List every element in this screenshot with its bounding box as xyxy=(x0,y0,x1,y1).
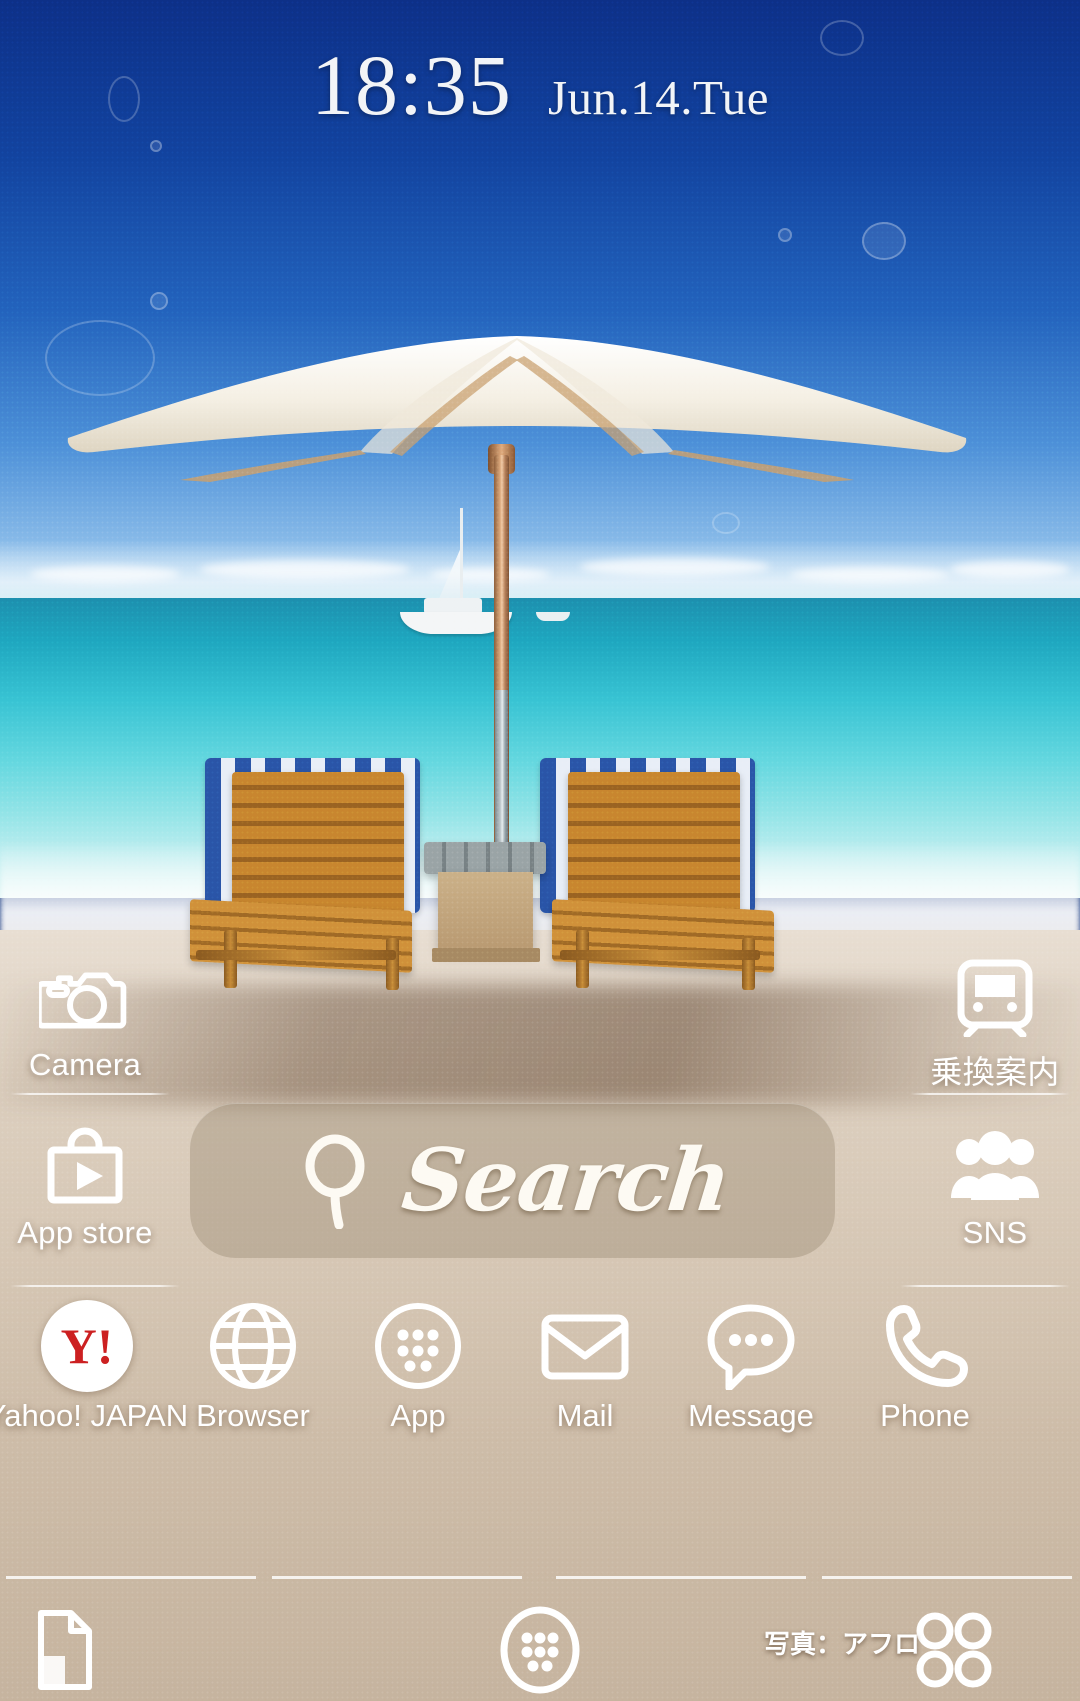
clock-date: Jun.14.Tue xyxy=(547,70,769,125)
bar-divider xyxy=(272,1576,522,1579)
shortcut-label: App store xyxy=(17,1215,153,1250)
shortcut-app-store[interactable]: App store xyxy=(0,1123,170,1251)
clock-time: 18:35 xyxy=(311,37,512,133)
bar-divider xyxy=(822,1576,1072,1579)
chat-bubble-icon xyxy=(703,1300,799,1392)
row-divider xyxy=(900,1285,1070,1287)
dock-label: Yahoo! JAPAN xyxy=(0,1398,189,1433)
bar-divider xyxy=(6,1576,256,1579)
yahoo-japan-icon: Y! xyxy=(39,1300,135,1392)
camera-icon xyxy=(37,955,133,1039)
people-group-icon xyxy=(947,1123,1043,1207)
yahoo-mark: Y! xyxy=(60,1318,114,1374)
dock-item-app[interactable]: App xyxy=(343,1300,493,1434)
widgets-grid-icon xyxy=(911,1607,997,1698)
dock-label: Browser xyxy=(196,1398,310,1433)
app-drawer-button[interactable] xyxy=(492,1604,588,1700)
pages-icon xyxy=(36,1608,94,1697)
wallpaper xyxy=(0,0,1080,1701)
shortcut-transit[interactable]: 乗換案内 xyxy=(910,955,1080,1093)
dock-label: Mail xyxy=(556,1398,614,1433)
row-divider xyxy=(910,1093,1070,1095)
shopping-bag-play-icon xyxy=(37,1123,133,1207)
home-screen: 18:35 Jun.14.Tue Camera 乗換案内 App store S… xyxy=(0,0,1080,1701)
row-divider xyxy=(10,1093,170,1095)
pages-button[interactable] xyxy=(20,1608,110,1696)
train-icon xyxy=(947,955,1043,1039)
shortcut-label: 乗換案内 xyxy=(930,1054,1060,1090)
globe-icon xyxy=(205,1300,301,1392)
dock-item-message[interactable]: Message xyxy=(676,1300,826,1434)
magnifier-icon xyxy=(295,1133,381,1229)
phone-handset-icon xyxy=(877,1300,973,1392)
app-grid-icon xyxy=(370,1300,466,1392)
dock-item-yahoo-japan[interactable]: Y! Yahoo! JAPAN xyxy=(0,1300,188,1434)
dock-item-phone[interactable]: Phone xyxy=(850,1300,1000,1434)
shortcut-label: Camera xyxy=(28,1047,142,1082)
bar-divider xyxy=(556,1576,806,1579)
search-label: Search xyxy=(397,1130,736,1231)
dock-item-mail[interactable]: Mail xyxy=(510,1300,660,1434)
app-drawer-icon xyxy=(498,1606,582,1699)
clock-widget[interactable]: 18:35 Jun.14.Tue xyxy=(0,42,1080,128)
dock-item-browser[interactable]: Browser xyxy=(178,1300,328,1434)
photo-credit: 写真：アフロ xyxy=(763,1629,920,1659)
shortcut-sns[interactable]: SNS xyxy=(910,1123,1080,1251)
envelope-icon xyxy=(537,1300,633,1392)
dock-label: Message xyxy=(688,1398,814,1433)
row-divider xyxy=(10,1285,180,1287)
texture-grain xyxy=(0,0,1080,1701)
dock-label: App xyxy=(390,1398,446,1433)
shortcut-label: SNS xyxy=(962,1215,1028,1250)
dock-label: Phone xyxy=(880,1398,970,1433)
shortcut-camera[interactable]: Camera xyxy=(0,955,170,1083)
search-widget[interactable]: Search xyxy=(190,1103,835,1258)
